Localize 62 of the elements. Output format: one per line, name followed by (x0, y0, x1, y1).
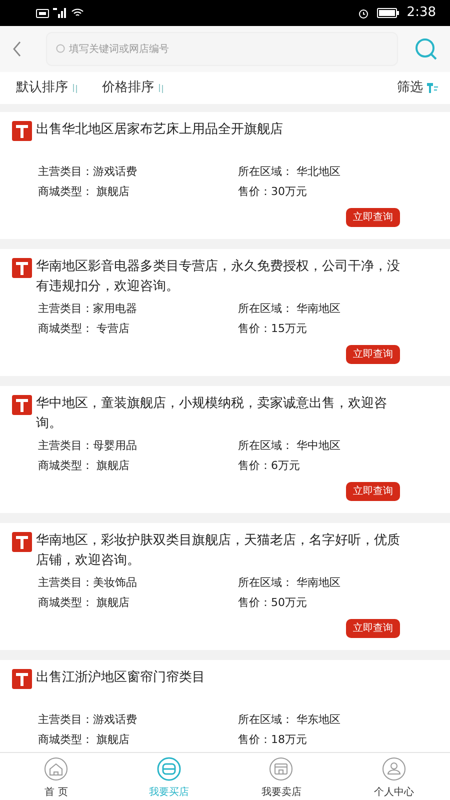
listing-detail: 所在区域： 华东地区 (238, 712, 342, 728)
filter-icon (427, 83, 438, 93)
wifi-icon (71, 8, 84, 18)
listing-detail: 所在区域： 华南地区 (238, 301, 342, 317)
listing-detail: 所在区域： 华中地区 (238, 438, 342, 454)
filter-button[interactable]: 筛选 (397, 78, 438, 98)
store-logo-icon (12, 121, 32, 141)
back-icon[interactable] (12, 41, 22, 57)
search-field[interactable]: 填写关键词或网店编号 (46, 32, 398, 66)
listing-detail: 商城类型： 旗舰店 (38, 184, 130, 200)
listing-card[interactable]: 华南地区影音电器多类目专营店，永久免费授权，公司干净，没有违规扣分，欢迎咨询。 主营类目：家用电器 所在区域： 华南地区 商城类型： 专营店 售价：15万元 立即查询 (0, 249, 450, 376)
home-icon (44, 757, 68, 781)
inquire-button[interactable]: 立即查询 (346, 619, 400, 638)
listing-title: 华中地区，童装旗舰店，小规模纳税，卖家诚意出售，欢迎咨询。 (36, 395, 388, 433)
listing-title: 出售华北地区居家布艺床上用品全开旗舰店 (36, 121, 283, 139)
inquire-button[interactable]: 立即查询 (346, 208, 400, 227)
alarm-icon (358, 8, 369, 18)
user-icon (382, 757, 406, 781)
sort-button[interactable]: 默认排序 (16, 78, 78, 98)
search-icon (56, 44, 65, 53)
sort-button[interactable]: 价格排序 (102, 78, 164, 98)
listing-detail: 商城类型： 旗舰店 (38, 595, 130, 611)
listing-title: 出售江浙沪地区窗帘门帘类目 (36, 669, 205, 687)
listing-detail: 所在区域： 华南地区 (238, 575, 342, 591)
listing-detail: 售价：50万元 (238, 595, 308, 611)
inquire-button[interactable]: 立即查询 (346, 345, 400, 364)
listing-card[interactable]: 出售江浙沪地区窗帘门帘类目 主营类目：游戏话费 所在区域： 华东地区 商城类型： 旗舰店 售价：18万元 (0, 660, 450, 752)
shop-icon (156, 757, 181, 781)
nav-tab[interactable]: 我要卖店 (225, 753, 338, 800)
listing-card[interactable]: 华中地区，童装旗舰店，小规模纳税，卖家诚意出售，欢迎咨询。 主营类目：母婴用品 所在区域： 华中地区 商城类型： 旗舰店 售价：6万元 立即查询 (0, 386, 450, 513)
listing-detail: 商城类型： 专营店 (38, 321, 130, 337)
shop-icon (269, 757, 294, 781)
listing-detail: 主营类目：家用电器 (38, 301, 138, 317)
listing-detail: 主营类目：美妆饰品 (38, 575, 138, 591)
listing-detail: 商城类型： 旗舰店 (38, 458, 130, 474)
listing-detail: 商城类型： 旗舰店 (38, 732, 130, 748)
listing-detail: 主营类目：母婴用品 (38, 438, 138, 454)
listing-detail: 售价：30万元 (238, 184, 308, 200)
sort-icon (158, 84, 164, 92)
listing-detail: 售价：15万元 (238, 321, 308, 337)
listing-detail: 主营类目：游戏话费 (38, 712, 138, 728)
store-logo-icon (12, 395, 32, 415)
listing-card[interactable]: 出售华北地区居家布艺床上用品全开旗舰店 主营类目：游戏话费 所在区域： 华北地区 商城类型： 旗舰店 售价：30万元 立即查询 (0, 112, 450, 239)
store-logo-icon (12, 532, 32, 552)
listing-title: 华南地区，彩妆护肤双类目旗舰店，天猫老店，名字好听，优质店铺，欢迎咨询。 (36, 532, 401, 570)
nav-tab[interactable]: 个人中心 (338, 753, 450, 800)
hd-icon (36, 8, 49, 18)
search-icon[interactable] (414, 37, 438, 61)
listing-detail: 售价：6万元 (238, 458, 301, 474)
listing-detail: 所在区域： 华北地区 (238, 164, 342, 180)
signal-icon (53, 8, 67, 18)
sort-icon (72, 84, 78, 92)
nav-tab[interactable]: 首 页 (0, 753, 112, 800)
battery-icon (376, 8, 399, 18)
store-logo-icon (12, 669, 32, 689)
listing-detail: 主营类目：游戏话费 (38, 164, 138, 180)
inquire-button[interactable]: 立即查询 (346, 482, 400, 501)
listing-title: 华南地区影音电器多类目专营店，永久免费授权，公司干净，没有违规扣分，欢迎咨询。 (36, 258, 401, 296)
listing-card[interactable]: 华南地区，彩妆护肤双类目旗舰店，天猫老店，名字好听，优质店铺，欢迎咨询。 主营类目：美妆饰品 所在区域： 华南地区 商城类型： 旗舰店 售价：50万元 立即查询 (0, 523, 450, 650)
status-time: 2:38 (406, 4, 436, 22)
listing-detail: 售价：18万元 (238, 732, 308, 748)
store-logo-icon (12, 258, 32, 278)
